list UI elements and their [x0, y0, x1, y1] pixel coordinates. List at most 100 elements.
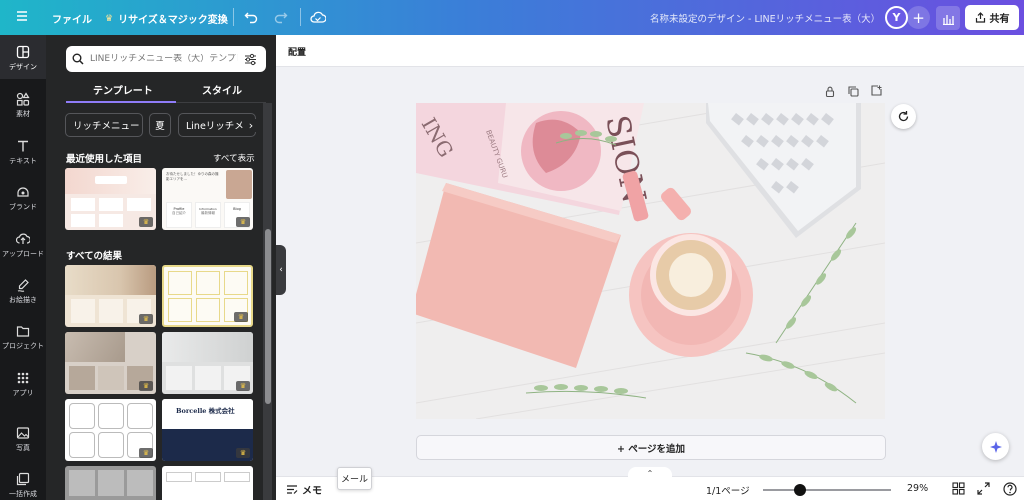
crown-icon: ♛	[236, 217, 250, 227]
undo-button[interactable]	[244, 10, 258, 24]
help-icon[interactable]	[1003, 482, 1017, 496]
add-page-button[interactable]: + ページを追加	[416, 435, 886, 460]
hamburger-icon	[17, 11, 27, 21]
zoom-slider-handle[interactable]	[794, 484, 806, 496]
rail-item-projects[interactable]: プロジェクト	[0, 324, 46, 351]
rail-item-upload[interactable]: アップロード	[0, 232, 46, 259]
template-thumbnail[interactable]	[65, 466, 156, 500]
template-thumbnail[interactable]: ♛	[65, 399, 156, 461]
bar-chart-icon	[942, 14, 954, 25]
desk-flatlay-image: SION ING BEAUTY GURU	[416, 103, 885, 419]
rail-item-elements[interactable]: 素材	[0, 92, 46, 119]
notes-button[interactable]: メモ	[286, 482, 322, 497]
share-button[interactable]: 共有	[965, 5, 1019, 30]
left-rail: デザイン 素材 テキスト ブランド アップロード お絵描き プロジェクト アプリ…	[0, 35, 46, 500]
suggestion-chip[interactable]: 夏	[149, 113, 171, 137]
rail-label: 一括作成	[9, 490, 37, 498]
panel-scrollbar-thumb[interactable]	[265, 229, 271, 404]
page-counter[interactable]: 1/1ページ	[706, 483, 750, 497]
rail-label: デザイン	[9, 63, 37, 71]
folder-icon	[16, 326, 30, 337]
rail-item-design[interactable]: デザイン	[0, 35, 46, 79]
tab-templates[interactable]: テンプレート	[93, 82, 153, 97]
see-all-link[interactable]: すべて表示	[213, 152, 255, 164]
divider	[233, 8, 234, 26]
rail-item-brand[interactable]: ブランド	[0, 185, 46, 212]
template-thumbnail[interactable]: ♛	[65, 332, 156, 394]
menu-button[interactable]	[16, 10, 28, 22]
file-menu-label: ファイル	[52, 15, 92, 26]
suggestion-chip[interactable]: リッチメニュー	[65, 113, 143, 137]
zoom-slider[interactable]	[763, 489, 891, 491]
collapse-panel-button[interactable]: ‹	[276, 245, 286, 295]
all-results-title: すべての結果	[66, 251, 122, 262]
tooltip: メール	[337, 467, 372, 490]
template-thumbnail[interactable]: ♛	[162, 265, 253, 327]
design-icon	[16, 45, 30, 59]
rail-item-draw[interactable]: お絵描き	[0, 278, 46, 305]
top-bar: ファイル ♛ リサイズ＆マジック変換 名称未設定のデザイン - LINEリッチメ…	[0, 0, 1024, 35]
avatar[interactable]: Y	[885, 6, 908, 29]
insights-button[interactable]	[936, 6, 960, 30]
undo-icon	[244, 12, 258, 24]
template-thumbnail[interactable]: お待たせしました！ゆりの森の撮影エリアを… Profile 自己紹介 Infor…	[162, 168, 253, 230]
add-page-icon[interactable]	[871, 85, 882, 96]
share-label: 共有	[989, 14, 1010, 25]
tab-styles[interactable]: スタイル	[202, 82, 242, 97]
thumbnail-label: Blog	[233, 207, 241, 211]
crown-icon: ♛	[236, 381, 250, 391]
template-thumbnail[interactable]	[162, 466, 253, 500]
template-search[interactable]	[66, 46, 266, 72]
file-menu-button[interactable]: ファイル	[52, 11, 92, 26]
design-page[interactable]: SION ING BEAUTY GURU	[416, 103, 885, 419]
chevron-right-icon[interactable]: ›	[244, 119, 258, 132]
elements-icon	[16, 92, 30, 106]
lock-icon[interactable]	[825, 86, 835, 97]
template-thumbnail[interactable]: ♛	[65, 168, 156, 230]
refresh-button[interactable]	[891, 104, 916, 129]
crown-icon: ♛	[139, 314, 153, 324]
crown-icon: ♛	[139, 381, 153, 391]
rail-label: ブランド	[9, 203, 37, 211]
templates-panel: テンプレート スタイル リッチメニュー 夏 Lineリッチメニ › 最近使用した…	[46, 35, 276, 500]
document-title[interactable]: 名称未設定のデザイン - LINEリッチメニュー表（大）	[650, 11, 880, 25]
rail-item-apps[interactable]: アプリ	[0, 371, 46, 398]
thumbnail-heading: お待たせしました！ゆりの森の撮影エリアを…	[166, 172, 219, 181]
share-icon	[975, 12, 985, 23]
fullscreen-icon[interactable]	[977, 482, 990, 495]
position-button[interactable]: 配置	[288, 45, 306, 58]
cloud-save-button[interactable]	[310, 10, 326, 24]
crown-icon: ♛	[234, 312, 248, 322]
crown-icon: ♛	[139, 448, 153, 458]
crown-icon: ♛	[236, 448, 250, 458]
crown-icon: ♛	[139, 217, 153, 227]
rail-label: プロジェクト	[2, 342, 44, 350]
resize-magic-label: リサイズ＆マジック変換	[118, 15, 228, 26]
notes-label: メモ	[302, 486, 322, 497]
add-collaborator-button[interactable]: +	[907, 6, 930, 29]
template-thumbnail[interactable]: Borcelle 株式会社 ♛	[162, 399, 253, 461]
rail-item-bulk[interactable]: 一括作成	[0, 472, 46, 499]
redo-icon	[274, 12, 288, 24]
redo-button[interactable]	[274, 10, 288, 24]
bottom-bar: メモ 1/1ページ 29%	[276, 476, 1024, 500]
rail-item-photos[interactable]: 写真	[0, 426, 46, 453]
expand-pages-button[interactable]: ⌃	[628, 467, 672, 479]
resize-magic-button[interactable]: ♛ リサイズ＆マジック変換	[105, 11, 228, 27]
chevron-up-icon: ⌃	[646, 468, 654, 478]
filter-icon[interactable]	[244, 53, 257, 66]
template-thumbnail[interactable]: ♛	[162, 332, 253, 394]
magic-assistant-button[interactable]	[982, 433, 1009, 460]
refresh-icon	[898, 111, 909, 122]
bulk-icon	[16, 472, 30, 486]
search-input[interactable]	[90, 54, 238, 64]
notes-icon	[287, 485, 298, 494]
template-thumbnail[interactable]: ♛	[65, 265, 156, 327]
duplicate-icon[interactable]	[848, 86, 859, 97]
context-toolbar: 配置	[276, 35, 1024, 67]
zoom-level[interactable]: 29%	[907, 483, 928, 494]
rail-item-text[interactable]: テキスト	[0, 139, 46, 166]
rail-label: 素材	[16, 110, 30, 118]
sparkle-icon	[989, 440, 1002, 453]
grid-view-icon[interactable]	[952, 482, 965, 495]
